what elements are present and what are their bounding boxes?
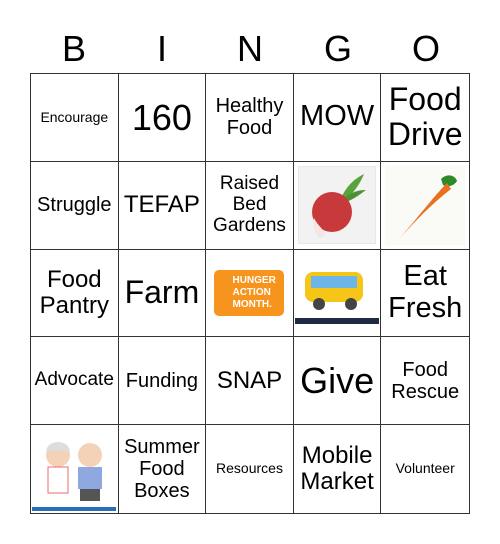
cell-label: 160 [131,96,192,138]
header-letter-o: O [411,28,440,69]
cell-label: Advocate [34,369,114,391]
bingo-cell[interactable]: Food Drive [381,74,469,162]
bingo-cell[interactable] [293,249,382,338]
bingo-grid: Encourage 160 Healthy Food MOW Food Drive Str… [30,73,470,514]
cell-label: MOW [300,100,375,133]
bingo-cell[interactable]: Resources [206,425,294,513]
bingo-cell[interactable]: Struggle [31,161,119,250]
cell-label: Mobile Market [300,441,374,496]
bingo-cell[interactable]: Summer Food Boxes [119,425,207,513]
bingo-cell[interactable]: Give [293,337,382,426]
bingo-cell[interactable]: Healthy Food [206,74,294,162]
bingo-cell[interactable]: Eat Fresh [381,250,469,338]
bingo-cell[interactable]: 160 [118,74,207,162]
cell-label: Volunteer [395,460,455,477]
bingo-cell[interactable] [381,162,469,250]
cell-label: Food Rescue [391,358,460,403]
bingo-cell[interactable] [31,425,119,513]
header-letter-n: N [237,28,263,69]
bingo-cell[interactable]: SNAP [206,337,294,426]
cell-label: TEFAP [123,191,200,218]
bingo-cell[interactable]: Raised Bed Gardens [206,161,294,250]
bingo-cell[interactable]: Encourage [31,74,119,162]
cell-label: Funding [125,369,199,392]
carrot-image [381,162,469,249]
header-letter-b: B [61,28,86,69]
bingo-cell[interactable]: MOW [293,74,382,162]
school-bus-image [294,250,381,337]
cell-label: Resources [216,460,283,477]
bingo-cell[interactable]: Volunteer [381,425,469,513]
bingo-cell[interactable]: Funding [118,337,207,426]
cell-label: Summer Food Boxes [124,436,200,503]
bingo-cell[interactable]: Food Pantry [31,249,119,338]
cell-label: Food Pantry [39,265,109,319]
cell-label: Give [300,359,375,401]
cell-label: Eat Fresh [388,260,463,324]
bingo-cell[interactable]: Mobile Market [294,425,382,513]
bingo-cell[interactable]: Farm [118,249,207,338]
bingo-cell[interactable]: HUNGER ACTION MONTH. [206,249,294,338]
radish-image [294,162,381,249]
bingo-cell[interactable] [293,161,382,250]
cell-label: Encourage [40,108,109,125]
bingo-cell[interactable]: TEFAP [118,161,207,250]
bingo-cell[interactable]: Advocate [31,337,119,426]
cell-label: SNAP [216,366,283,394]
header-letter-g: G [323,28,352,69]
hunger-action-month-logo: HUNGER ACTION MONTH. [206,250,293,337]
header-letter-i: I [156,28,167,69]
cell-label: Farm [124,274,200,311]
cell-label: Healthy Food [215,95,284,140]
cell-label: Raised Bed Gardens [213,172,286,236]
bingo-header: B I N G O [30,26,470,72]
cell-label: Struggle [37,194,112,217]
bingo-cell[interactable]: Food Rescue [381,337,469,426]
grandparents-image [31,425,118,513]
cell-label: Food Drive [387,81,463,153]
